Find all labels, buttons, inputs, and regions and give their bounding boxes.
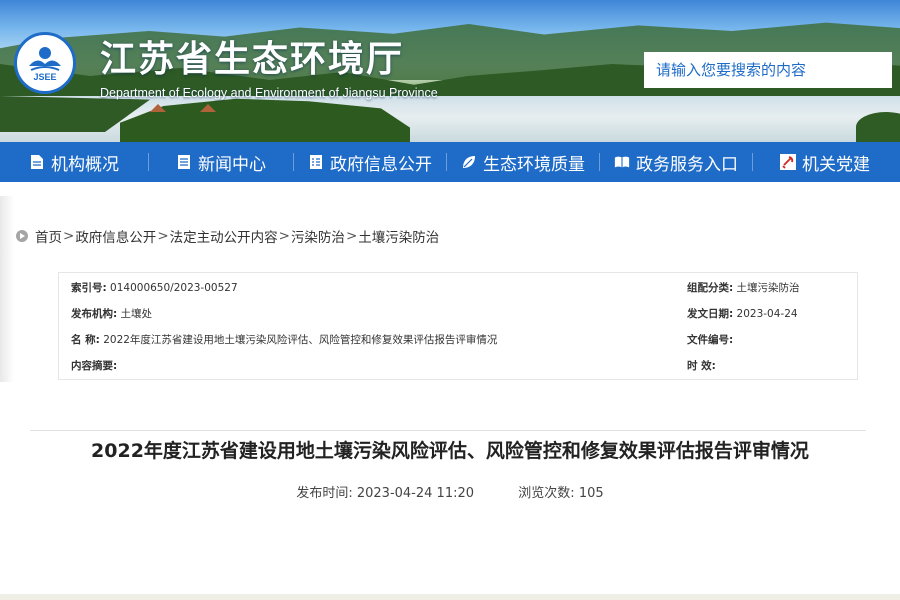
info-row: 内容摘要: 时 效: <box>59 353 857 379</box>
summary-field: 内容摘要: <box>71 353 117 379</box>
breadcrumb-separator: > <box>157 228 169 244</box>
logo-emblem-icon <box>29 47 61 71</box>
leaf-icon <box>461 154 477 170</box>
category-value: 土壤污染防治 <box>736 282 800 294</box>
page-shadow <box>0 196 14 382</box>
site-logo[interactable]: JSEE <box>14 32 76 94</box>
breadcrumb-pollution[interactable]: 污染防治 <box>291 226 345 246</box>
index-value: 014000650/2023-00527 <box>110 282 238 294</box>
breadcrumb-gov-info[interactable]: 政府信息公开 <box>75 226 156 246</box>
location-icon <box>16 230 28 242</box>
breadcrumb-separator: > <box>345 228 358 244</box>
breadcrumb-home[interactable]: 首页 <box>35 226 62 246</box>
publisher-field: 发布机构: 土壤处 <box>71 301 152 327</box>
search-input[interactable] <box>644 52 892 88</box>
breadcrumb-separator: > <box>63 228 75 244</box>
nav-item-gov-info[interactable]: 政府信息公开 <box>294 142 446 182</box>
docno-label: 文件编号: <box>687 334 734 346</box>
validity-field: 时 效: <box>687 353 716 379</box>
info-row: 索引号: 014000650/2023-00527 组配分类: 土壤污染防治 <box>59 275 857 301</box>
article-meta: 发布时间: 2023-04-24 11:20 浏览次数: 105 <box>0 482 900 501</box>
views-label: 浏览次数: <box>518 486 575 501</box>
name-label: 名 称: <box>71 334 100 346</box>
category-label: 组配分类: <box>687 282 734 294</box>
summary-label: 内容摘要: <box>71 360 118 372</box>
publish-time-label: 发布时间: <box>296 486 353 501</box>
publisher-label: 发布机构: <box>71 308 118 320</box>
validity-label: 时 效: <box>687 360 716 372</box>
nav-label: 生态环境质量 <box>483 154 585 175</box>
category-field: 组配分类: 土壤污染防治 <box>687 275 800 301</box>
logo-text: JSEE <box>33 72 57 82</box>
nav-item-news[interactable]: 新闻中心 <box>149 142 293 182</box>
index-field: 索引号: 014000650/2023-00527 <box>71 275 238 301</box>
nav-label: 新闻中心 <box>198 154 266 175</box>
nav-item-eco-quality[interactable]: 生态环境质量 <box>447 142 599 182</box>
nav-item-about[interactable]: 机构概况 <box>0 142 148 182</box>
nav-label: 政府信息公开 <box>330 154 432 175</box>
footer-strip <box>0 594 900 600</box>
nav-item-services[interactable]: 政务服务入口 <box>600 142 752 182</box>
main-nav: 机构概况 新闻中心 政府信息公开 生态环境质量 政务服务入口 机关党建 <box>0 142 900 182</box>
publisher-value: 土壤处 <box>120 308 153 320</box>
index-label: 索引号: <box>71 282 107 294</box>
document-info-table: 索引号: 014000650/2023-00527 组配分类: 土壤污染防治 发… <box>58 272 858 380</box>
article-title: 2022年度江苏省建设用地土壤污染风险评估、风险管控和修复效果评估报告评审情况 <box>91 440 809 462</box>
header-banner: JSEE 江苏省生态环境厅 Department of Ecology and … <box>0 0 900 142</box>
views-count: 105 <box>578 486 604 501</box>
breadcrumb-separator: > <box>278 228 290 244</box>
breadcrumb-statutory[interactable]: 法定主动公开内容 <box>170 226 278 246</box>
nav-label: 政务服务入口 <box>636 154 738 175</box>
date-field: 发文日期: 2023-04-24 <box>687 301 798 327</box>
info-row: 发布机构: 土壤处 发文日期: 2023-04-24 <box>59 301 857 327</box>
site-subtitle: Department of Ecology and Environment of… <box>100 86 438 100</box>
nav-item-party[interactable]: 机关党建 <box>753 142 897 182</box>
info-list-icon <box>308 154 324 170</box>
nav-label: 机关党建 <box>802 154 870 175</box>
news-icon <box>176 154 192 170</box>
name-field: 名 称: 2022年度江苏省建设用地土壤污染风险评估、风险管控和修复效果评估报告… <box>71 327 497 353</box>
party-emblem-icon <box>780 154 796 170</box>
site-title[interactable]: 江苏省生态环境厅 <box>100 30 404 82</box>
document-icon <box>29 154 45 170</box>
name-value: 2022年度江苏省建设用地土壤污染风险评估、风险管控和修复效果评估报告评审情况 <box>103 334 498 346</box>
book-icon <box>614 154 630 170</box>
publish-time: 2023-04-24 11:20 <box>356 486 475 501</box>
docno-field: 文件编号: <box>687 327 733 353</box>
banner-trees <box>856 112 900 142</box>
nav-label: 机构概况 <box>51 154 119 175</box>
breadcrumb: 首页 > 政府信息公开 > 法定主动公开内容 > 污染防治 > 土壤污染防治 <box>16 226 439 246</box>
date-value: 2023-04-24 <box>736 308 798 320</box>
divider <box>30 430 866 431</box>
date-label: 发文日期: <box>687 308 734 320</box>
breadcrumb-soil[interactable]: 土壤污染防治 <box>358 226 439 246</box>
info-row: 名 称: 2022年度江苏省建设用地土壤污染风险评估、风险管控和修复效果评估报告… <box>59 327 857 353</box>
